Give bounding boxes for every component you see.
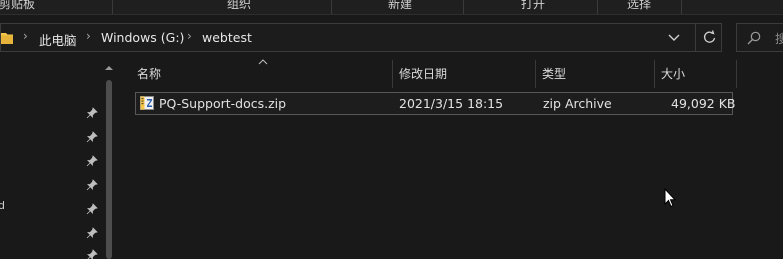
ribbon-divider: [681, 0, 682, 14]
address-bar[interactable]: › 此电脑 › Windows (G:) › webtest: [0, 23, 722, 52]
pin-icon[interactable]: [86, 203, 98, 215]
chevron-right-icon[interactable]: ›: [86, 29, 91, 43]
column-header-modified[interactable]: 修改日期: [390, 60, 535, 88]
column-header-type[interactable]: 类型: [533, 60, 653, 88]
ribbon-group-open: 打开: [521, 0, 546, 11]
column-header-name[interactable]: 名称: [128, 60, 392, 88]
mouse-cursor-icon: [664, 188, 676, 208]
ribbon-group-select: 选择: [627, 0, 652, 11]
scrollbar-thumb[interactable]: [106, 80, 112, 259]
file-type: zip Archive: [543, 96, 612, 111]
search-box[interactable]: 搜: [736, 23, 783, 52]
pin-icon[interactable]: [86, 179, 98, 191]
breadcrumb-this-pc[interactable]: 此电脑: [39, 30, 77, 49]
ribbon-divider: [463, 0, 464, 14]
zip-file-icon: [140, 96, 154, 110]
ribbon-divider: [597, 0, 598, 14]
chevron-right-icon[interactable]: ›: [187, 29, 192, 43]
search-icon: [747, 31, 761, 45]
nav-scrollbar[interactable]: [101, 60, 117, 259]
chevron-down-icon[interactable]: [666, 28, 682, 46]
address-row: › 此电脑 › Windows (G:) › webtest 搜: [0, 15, 783, 60]
nav-item-label[interactable]: d: [0, 199, 5, 212]
scroll-up-icon[interactable]: [104, 64, 114, 72]
ribbon-group-clipboard: 剪贴板: [0, 0, 36, 11]
pin-icon[interactable]: [86, 107, 98, 119]
file-row[interactable]: PQ-Support-docs.zip 2021/3/15 18:15 zip …: [135, 92, 736, 115]
ribbon-group-labels: 剪贴板 组织 新建 打开 选择: [0, 0, 783, 15]
ribbon-group-new: 新建: [388, 0, 413, 11]
breadcrumb-drive[interactable]: Windows (G:): [101, 30, 184, 45]
file-explorer-window: 剪贴板 组织 新建 打开 选择 › 此电脑 › Windows (G:) › w…: [0, 0, 783, 259]
pin-icon[interactable]: [86, 155, 98, 167]
file-modified: 2021/3/15 18:15: [399, 96, 504, 111]
pin-icon[interactable]: [86, 249, 98, 259]
file-name[interactable]: PQ-Support-docs.zip: [159, 96, 286, 111]
pin-icon[interactable]: [86, 227, 98, 239]
refresh-button[interactable]: [695, 24, 722, 51]
chevron-right-icon[interactable]: ›: [23, 29, 28, 43]
navigation-pane: d: [0, 60, 120, 259]
pin-icon[interactable]: [86, 131, 98, 143]
search-input[interactable]: 搜: [775, 30, 783, 47]
column-headers: 名称 修改日期 类型 大小: [128, 59, 783, 88]
refresh-icon: [703, 30, 716, 43]
column-divider[interactable]: [736, 60, 737, 88]
ribbon-divider: [331, 0, 332, 14]
breadcrumb-folder[interactable]: webtest: [202, 30, 252, 45]
ribbon-divider: [112, 0, 113, 14]
file-size: 49,092 KB: [671, 96, 736, 111]
folder-icon: [1, 33, 13, 44]
column-header-size[interactable]: 大小: [652, 60, 736, 88]
ribbon-group-organize: 组织: [227, 0, 252, 11]
